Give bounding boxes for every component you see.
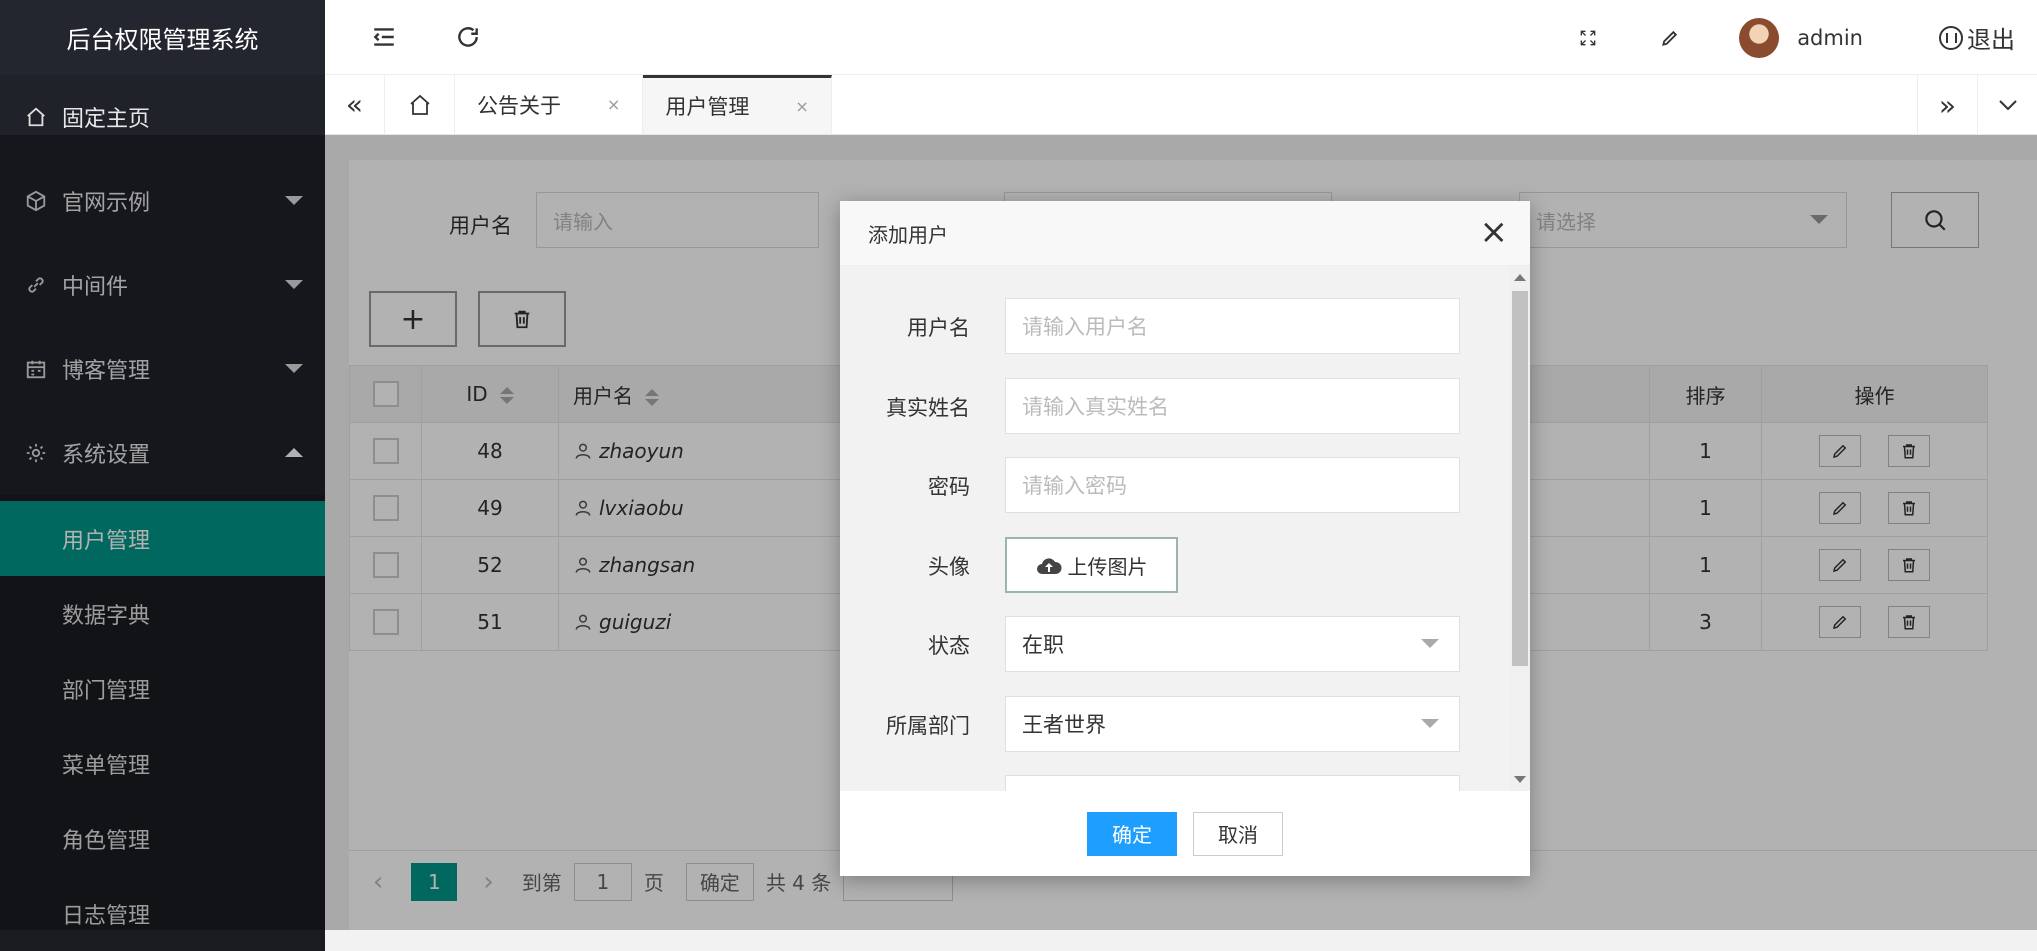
tab-scroll-right-button[interactable]: » — [1917, 75, 1977, 135]
form-row-realname: 真实姓名 请输入真实姓名 — [840, 378, 1510, 434]
app-logo: 后台权限管理系统 — [0, 0, 325, 75]
logout-button[interactable]: 退出 — [1939, 20, 2015, 55]
cancel-button[interactable]: 取消 — [1193, 811, 1283, 856]
header-right: admin 退出 — [1567, 0, 2037, 75]
scrollbar-thumb[interactable] — [1512, 291, 1528, 666]
tab-scroll-left-button[interactable]: « — [325, 75, 385, 134]
user-name[interactable]: admin — [1797, 26, 1863, 50]
tab-bar: « 公告关于 × 用户管理 × » — [325, 75, 2037, 135]
home-icon — [409, 94, 430, 115]
username-label: 用户名 — [907, 316, 970, 340]
add-user-dialog: 添加用户 × 用户名 请输入用户名 真实姓名 请输入真实姓名 密码 请输入密码 … — [840, 201, 1530, 876]
tab-notice[interactable]: 公告关于 × — [455, 75, 644, 134]
realname-label: 真实姓名 — [886, 396, 970, 420]
status-label: 状态 — [928, 634, 970, 658]
scroll-up-icon[interactable] — [1514, 274, 1526, 281]
fullscreen-button[interactable] — [1567, 17, 1609, 59]
refresh-icon — [458, 27, 478, 47]
chevron-down-icon — [1998, 100, 2017, 111]
username-input[interactable]: 请输入用户名 — [1005, 298, 1460, 354]
collapse-sidebar-button[interactable] — [363, 16, 405, 58]
close-icon[interactable]: × — [607, 95, 620, 114]
sidebar-item-label: 固定主页 — [62, 107, 151, 132]
status-value: 在职 — [1022, 633, 1064, 657]
indent-icon — [373, 28, 394, 46]
chevron-down-icon — [1421, 639, 1439, 648]
next-field-input[interactable] — [1005, 775, 1460, 791]
form-row-username: 用户名 请输入用户名 — [840, 298, 1510, 354]
chevron-down-icon — [1421, 719, 1439, 728]
department-select[interactable]: 王者世界 — [1005, 696, 1460, 752]
confirm-button[interactable]: 确定 — [1087, 811, 1177, 856]
tab-label: 用户管理 — [665, 95, 750, 119]
tab-bar-right: » — [1917, 75, 2037, 135]
refresh-button[interactable] — [447, 16, 489, 58]
top-header: admin 退出 — [325, 0, 2037, 75]
home-icon — [24, 105, 48, 129]
dialog-body: 用户名 请输入用户名 真实姓名 请输入真实姓名 密码 请输入密码 头像 上传图片… — [840, 266, 1510, 791]
realname-input[interactable]: 请输入真实姓名 — [1005, 378, 1460, 434]
double-chevron-left-icon: « — [345, 88, 364, 121]
edit-theme-button[interactable] — [1649, 17, 1691, 59]
department-value: 王者世界 — [1022, 713, 1106, 737]
dialog-scrollbar[interactable] — [1510, 266, 1530, 791]
pencil-icon — [1662, 30, 1678, 46]
close-icon[interactable]: × — [795, 97, 808, 116]
form-row-avatar: 头像 上传图片 — [840, 537, 1510, 593]
status-select[interactable]: 在职 — [1005, 616, 1460, 672]
dialog-footer: 确定 取消 — [840, 791, 1530, 876]
cloud-upload-icon — [1036, 558, 1062, 574]
password-input[interactable]: 请输入密码 — [1005, 457, 1460, 513]
form-row-next — [840, 775, 1510, 791]
upload-label: 上传图片 — [1067, 554, 1148, 579]
tab-user-management[interactable]: 用户管理 × — [643, 75, 832, 134]
department-label: 所属部门 — [886, 714, 970, 738]
upload-image-button[interactable]: 上传图片 — [1005, 537, 1178, 593]
scroll-down-icon[interactable] — [1514, 776, 1526, 783]
double-chevron-right-icon: » — [1938, 88, 1957, 122]
form-row-password: 密码 请输入密码 — [840, 457, 1510, 513]
form-row-status: 状态 在职 — [840, 616, 1510, 672]
logout-icon — [1939, 25, 1963, 50]
dialog-header: 添加用户 × — [840, 201, 1530, 266]
tab-home[interactable] — [385, 75, 455, 134]
logout-label: 退出 — [1967, 26, 2015, 54]
fullscreen-icon — [1580, 30, 1596, 45]
dialog-title: 添加用户 — [868, 222, 948, 247]
close-icon[interactable]: × — [1480, 215, 1509, 249]
avatar-label: 头像 — [928, 555, 970, 579]
password-label: 密码 — [928, 475, 970, 499]
tab-label: 公告关于 — [477, 93, 561, 118]
tab-menu-button[interactable] — [1977, 75, 2037, 135]
avatar[interactable] — [1739, 17, 1780, 58]
form-row-department: 所属部门 王者世界 — [840, 696, 1510, 752]
